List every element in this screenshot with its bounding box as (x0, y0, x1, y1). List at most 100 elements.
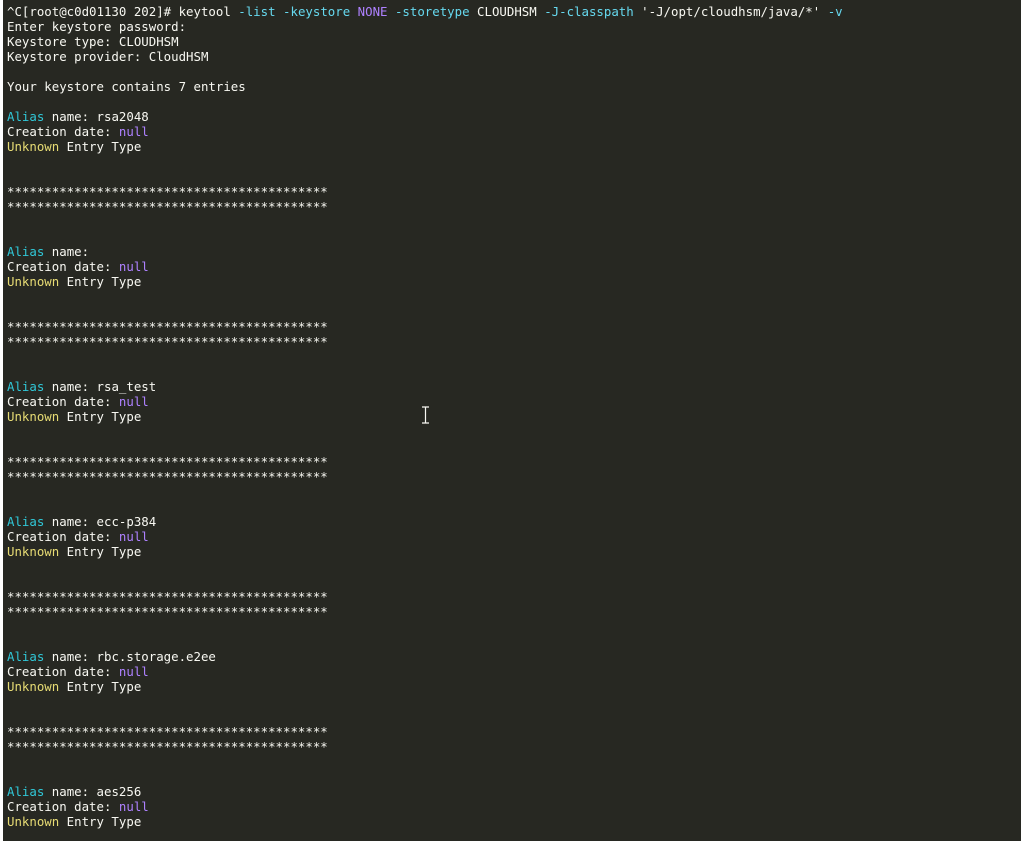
separator-line: ****************************************… (7, 334, 328, 349)
alias-label: Alias (7, 379, 45, 394)
verbose-flag: -v (827, 4, 843, 19)
creation-date-value: null (118, 529, 149, 544)
classpath-value: '-J/opt/cloudhsm/java/*' (633, 4, 828, 19)
entry-type-line: Unknown Entry Type (7, 544, 1021, 559)
separator-line: ****************************************… (7, 589, 328, 604)
creation-date-label: Creation date: (7, 664, 119, 679)
entry-type-line: Unknown Entry Type (7, 139, 1021, 154)
alias-line: Alias name: (7, 244, 1021, 259)
creation-date-label: Creation date: (7, 394, 119, 409)
creation-date-value: null (118, 394, 149, 409)
entry-type-label: Entry Type (59, 544, 142, 559)
creation-date-label: Creation date: (7, 799, 119, 814)
alias-value: aes256 (96, 784, 142, 799)
separator-line: ****************************************… (7, 454, 328, 469)
creation-date-value: null (118, 799, 149, 814)
list-flag: -list (238, 4, 276, 19)
entry-type-line: Unknown Entry Type (7, 274, 1021, 289)
keystore-provider-line: Keystore provider: CloudHSM (7, 49, 209, 64)
separator-line: ****************************************… (7, 184, 328, 199)
separator-line: ****************************************… (7, 604, 328, 619)
separator-line: ****************************************… (7, 469, 328, 484)
entry-type-label: Entry Type (59, 274, 142, 289)
alias-value: rsa_test (96, 379, 157, 394)
alias-line: Alias name: rbc.storage.e2ee (7, 649, 1021, 664)
separator-line: ****************************************… (7, 199, 328, 214)
separator-line: ****************************************… (7, 739, 328, 754)
creation-date-label: Creation date: (7, 259, 119, 274)
creation-date-line: Creation date: null (7, 394, 1021, 409)
keystore-type-line: Keystore type: CLOUDHSM (7, 34, 179, 49)
keystore-value: NONE (357, 4, 388, 19)
alias-line: Alias name: rsa2048 (7, 109, 1021, 124)
unknown-label: Unknown (7, 274, 60, 289)
command-line: ^C[root@c0d01130 202]# keytool -list -ke… (7, 4, 1021, 19)
unknown-label: Unknown (7, 679, 60, 694)
creation-date-line: Creation date: null (7, 124, 1021, 139)
alias-name-label: name: (44, 379, 97, 394)
alias-name-label: name: (44, 649, 97, 664)
alias-line: Alias name: rsa_test (7, 379, 1021, 394)
separator-line: ****************************************… (7, 724, 328, 739)
entry-type-line: Unknown Entry Type (7, 814, 1021, 829)
keystore-flag: -keystore (283, 4, 351, 19)
unknown-label: Unknown (7, 814, 60, 829)
alias-line: Alias name: ecc-p384 (7, 514, 1021, 529)
creation-date-label: Creation date: (7, 124, 119, 139)
alias-label: Alias (7, 244, 45, 259)
alias-value: ecc-p384 (96, 514, 157, 529)
password-prompt: Enter keystore password: (7, 19, 187, 34)
entry-type-line: Unknown Entry Type (7, 409, 1021, 424)
entries-summary-line: Your keystore contains 7 entries (7, 79, 246, 94)
entry-type-label: Entry Type (59, 679, 142, 694)
alias-name-label: name: (44, 109, 97, 124)
unknown-label: Unknown (7, 409, 60, 424)
separator-line: ****************************************… (7, 319, 328, 334)
prompt-and-command: ^C[root@c0d01130 202]# keytool (7, 4, 239, 19)
alias-name-label: name: (44, 514, 97, 529)
alias-label: Alias (7, 784, 45, 799)
creation-date-line: Creation date: null (7, 529, 1021, 544)
creation-date-line: Creation date: null (7, 799, 1021, 814)
alias-name-label: name: (44, 784, 97, 799)
creation-date-value: null (118, 664, 149, 679)
entry-type-label: Entry Type (59, 814, 142, 829)
entry-type-label: Entry Type (59, 139, 142, 154)
unknown-label: Unknown (7, 139, 60, 154)
text-cursor-icon (421, 406, 430, 424)
creation-date-value: null (118, 259, 149, 274)
entry-type-line: Unknown Entry Type (7, 679, 1021, 694)
terminal-window[interactable]: ^C[root@c0d01130 202]# keytool -list -ke… (3, 0, 1021, 841)
alias-line: Alias name: aes256 (7, 784, 1021, 799)
unknown-label: Unknown (7, 544, 60, 559)
alias-label: Alias (7, 649, 45, 664)
storetype-flag: -storetype (394, 4, 470, 19)
entry-type-label: Entry Type (59, 409, 142, 424)
alias-value: rbc.storage.e2ee (96, 649, 216, 664)
classpath-flag: -J-classpath (544, 4, 634, 19)
creation-date-label: Creation date: (7, 529, 119, 544)
creation-date-value: null (118, 124, 149, 139)
storetype-value: CLOUDHSM (469, 4, 545, 19)
